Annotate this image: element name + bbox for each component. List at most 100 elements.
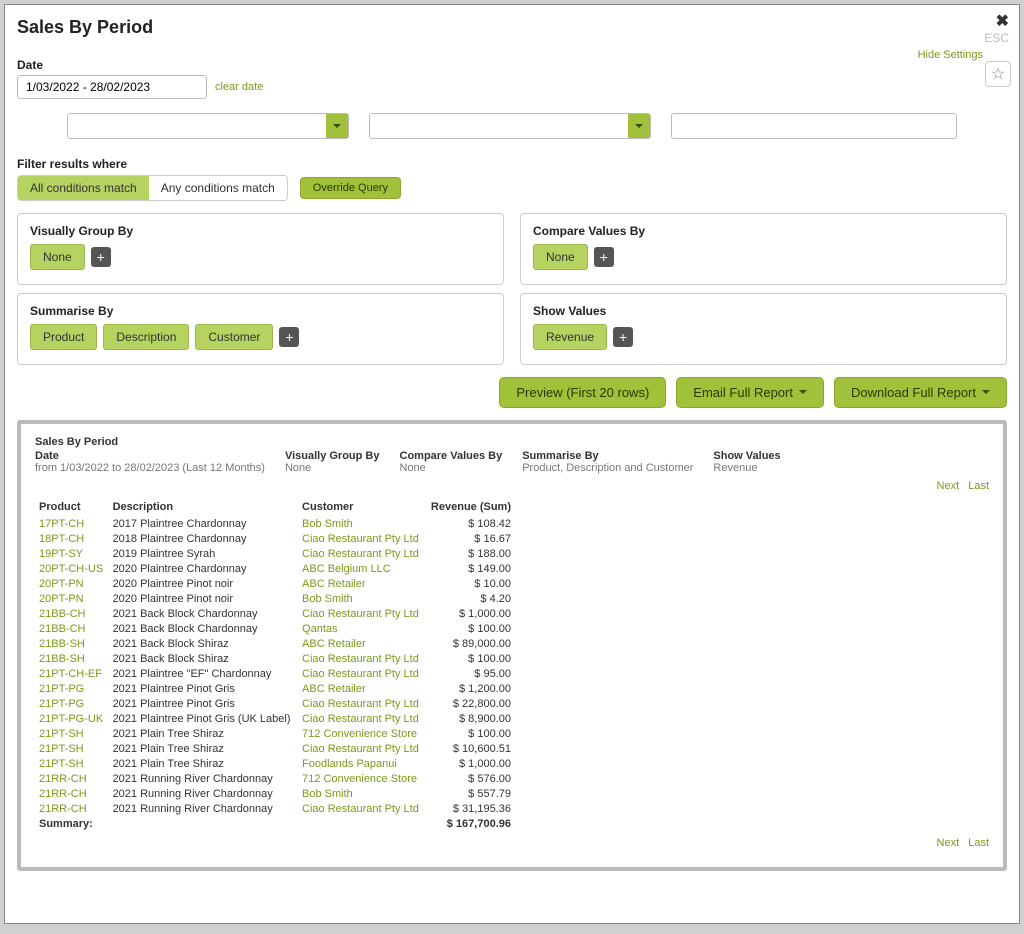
page-title: Sales By Period xyxy=(17,17,1007,38)
cell-revenue: $ 10,600.51 xyxy=(425,741,515,756)
cell-description: 2019 Plaintree Syrah xyxy=(109,546,298,561)
col-product: Product xyxy=(35,498,109,516)
cell-product[interactable]: 21PT-SH xyxy=(35,756,109,771)
cell-customer[interactable]: Ciao Restaurant Pty Ltd xyxy=(298,696,425,711)
last-link-bottom[interactable]: Last xyxy=(968,837,989,849)
cell-product[interactable]: 21PT-PG-UK xyxy=(35,711,109,726)
cell-product[interactable]: 17PT-CH xyxy=(35,516,109,531)
cell-customer[interactable]: Bob Smith xyxy=(298,516,425,531)
modal-sales-by-period: Sales By Period ✖ ESC Hide Settings ☆ Da… xyxy=(4,4,1020,924)
cell-customer[interactable]: Ciao Restaurant Pty Ltd xyxy=(298,666,425,681)
download-report-button[interactable]: Download Full Report xyxy=(834,377,1007,408)
filter-field-1-dropdown[interactable] xyxy=(326,114,348,138)
chip-summarise-description[interactable]: Description xyxy=(103,324,189,350)
cell-product[interactable]: 19PT-SY xyxy=(35,546,109,561)
cell-customer[interactable]: Ciao Restaurant Pty Ltd xyxy=(298,711,425,726)
cell-product[interactable]: 20PT-CH-US xyxy=(35,561,109,576)
chip-visually-group-none[interactable]: None xyxy=(30,244,85,270)
chip-summarise-customer[interactable]: Customer xyxy=(195,324,273,350)
cell-product[interactable]: 20PT-PN xyxy=(35,576,109,591)
close-button[interactable]: ✖ xyxy=(996,11,1009,31)
cell-description: 2021 Back Block Chardonnay xyxy=(109,606,298,621)
cell-product[interactable]: 21BB-SH xyxy=(35,636,109,651)
cell-customer[interactable]: Qantas xyxy=(298,621,425,636)
cell-description: 2021 Running River Chardonnay xyxy=(109,801,298,816)
cell-revenue: $ 16.67 xyxy=(425,531,515,546)
report-meta: Datefrom 1/03/2022 to 28/02/2023 (Last 1… xyxy=(35,450,989,474)
last-link-top[interactable]: Last xyxy=(968,480,989,492)
clear-date-link[interactable]: clear date xyxy=(215,81,263,93)
conditions-toggle: All conditions match Any conditions matc… xyxy=(17,175,288,201)
visually-group-by-title: Visually Group By xyxy=(30,224,491,238)
cell-customer[interactable]: ABC Retailer xyxy=(298,576,425,591)
cell-product[interactable]: 21PT-PG xyxy=(35,696,109,711)
favorite-button[interactable]: ☆ xyxy=(985,61,1011,87)
cell-product[interactable]: 21BB-CH xyxy=(35,621,109,636)
cell-product[interactable]: 21BB-CH xyxy=(35,606,109,621)
panel-visually-group-by: Visually Group By None + xyxy=(17,213,504,285)
cell-revenue: $ 31,195.36 xyxy=(425,801,515,816)
cell-customer[interactable]: 712 Convenience Store xyxy=(298,771,425,786)
cell-customer[interactable]: Ciao Restaurant Pty Ltd xyxy=(298,531,425,546)
table-row: 21PT-SH2021 Plain Tree ShirazFoodlands P… xyxy=(35,756,515,771)
cell-description: 2021 Running River Chardonnay xyxy=(109,786,298,801)
summary-total: $ 167,700.96 xyxy=(425,816,515,831)
hide-settings-link[interactable]: Hide Settings xyxy=(918,49,983,61)
add-summarise-button[interactable]: + xyxy=(279,327,299,347)
cell-product[interactable]: 20PT-PN xyxy=(35,591,109,606)
cell-product[interactable]: 21PT-CH-EF xyxy=(35,666,109,681)
date-range-input[interactable] xyxy=(17,75,207,99)
add-compare-values-button[interactable]: + xyxy=(594,247,614,267)
table-row: 21BB-CH2021 Back Block ChardonnayQantas$… xyxy=(35,621,515,636)
cell-product[interactable]: 21RR-CH xyxy=(35,771,109,786)
cell-revenue: $ 188.00 xyxy=(425,546,515,561)
cell-customer[interactable]: Ciao Restaurant Pty Ltd xyxy=(298,546,425,561)
cell-product[interactable]: 18PT-CH xyxy=(35,531,109,546)
cell-customer[interactable]: ABC Retailer xyxy=(298,636,425,651)
tab-any-conditions[interactable]: Any conditions match xyxy=(149,176,287,200)
cell-product[interactable]: 21PT-SH xyxy=(35,726,109,741)
cell-customer[interactable]: Ciao Restaurant Pty Ltd xyxy=(298,651,425,666)
override-query-button[interactable]: Override Query xyxy=(300,177,401,199)
cell-customer[interactable]: ABC Retailer xyxy=(298,681,425,696)
preview-button[interactable]: Preview (First 20 rows) xyxy=(499,377,666,408)
cell-product[interactable]: 21RR-CH xyxy=(35,786,109,801)
next-link-top[interactable]: Next xyxy=(937,480,960,492)
cell-description: 2021 Plain Tree Shiraz xyxy=(109,756,298,771)
cell-customer[interactable]: Ciao Restaurant Pty Ltd xyxy=(298,606,425,621)
cell-product[interactable]: 21PT-PG xyxy=(35,681,109,696)
cell-customer[interactable]: Ciao Restaurant Pty Ltd xyxy=(298,801,425,816)
cell-customer[interactable]: Ciao Restaurant Pty Ltd xyxy=(298,741,425,756)
cell-customer[interactable]: Bob Smith xyxy=(298,786,425,801)
table-row: 21PT-SH2021 Plain Tree ShirazCiao Restau… xyxy=(35,741,515,756)
cell-customer[interactable]: 712 Convenience Store xyxy=(298,726,425,741)
add-visually-group-button[interactable]: + xyxy=(91,247,111,267)
cell-customer[interactable]: Bob Smith xyxy=(298,591,425,606)
cell-product[interactable]: 21BB-SH xyxy=(35,651,109,666)
table-row: 21RR-CH2021 Running River ChardonnayCiao… xyxy=(35,801,515,816)
filter-field-3-input[interactable] xyxy=(671,113,957,139)
cell-product[interactable]: 21RR-CH xyxy=(35,801,109,816)
chip-summarise-product[interactable]: Product xyxy=(30,324,97,350)
cell-customer[interactable]: ABC Belgium LLC xyxy=(298,561,425,576)
chip-compare-none[interactable]: None xyxy=(533,244,588,270)
cell-product[interactable]: 21PT-SH xyxy=(35,741,109,756)
table-row: 21BB-SH2021 Back Block ShirazCiao Restau… xyxy=(35,651,515,666)
meta-summarise-value: Product, Description and Customer xyxy=(522,462,693,474)
filter-field-1-input[interactable] xyxy=(68,114,326,138)
cell-description: 2020 Plaintree Pinot noir xyxy=(109,591,298,606)
email-report-button[interactable]: Email Full Report xyxy=(676,377,824,408)
cell-customer[interactable]: Foodlands Papanui xyxy=(298,756,425,771)
filter-field-2[interactable] xyxy=(369,113,651,139)
filter-field-2-input[interactable] xyxy=(370,114,628,138)
table-row: 18PT-CH2018 Plaintree ChardonnayCiao Res… xyxy=(35,531,515,546)
cell-revenue: $ 108.42 xyxy=(425,516,515,531)
meta-date-label: Date xyxy=(35,450,265,462)
filter-field-1[interactable] xyxy=(67,113,349,139)
add-show-values-button[interactable]: + xyxy=(613,327,633,347)
meta-compare-value: None xyxy=(400,462,426,474)
tab-all-conditions[interactable]: All conditions match xyxy=(18,176,149,200)
next-link-bottom[interactable]: Next xyxy=(937,837,960,849)
chip-show-revenue[interactable]: Revenue xyxy=(533,324,607,350)
filter-field-2-dropdown[interactable] xyxy=(628,114,650,138)
